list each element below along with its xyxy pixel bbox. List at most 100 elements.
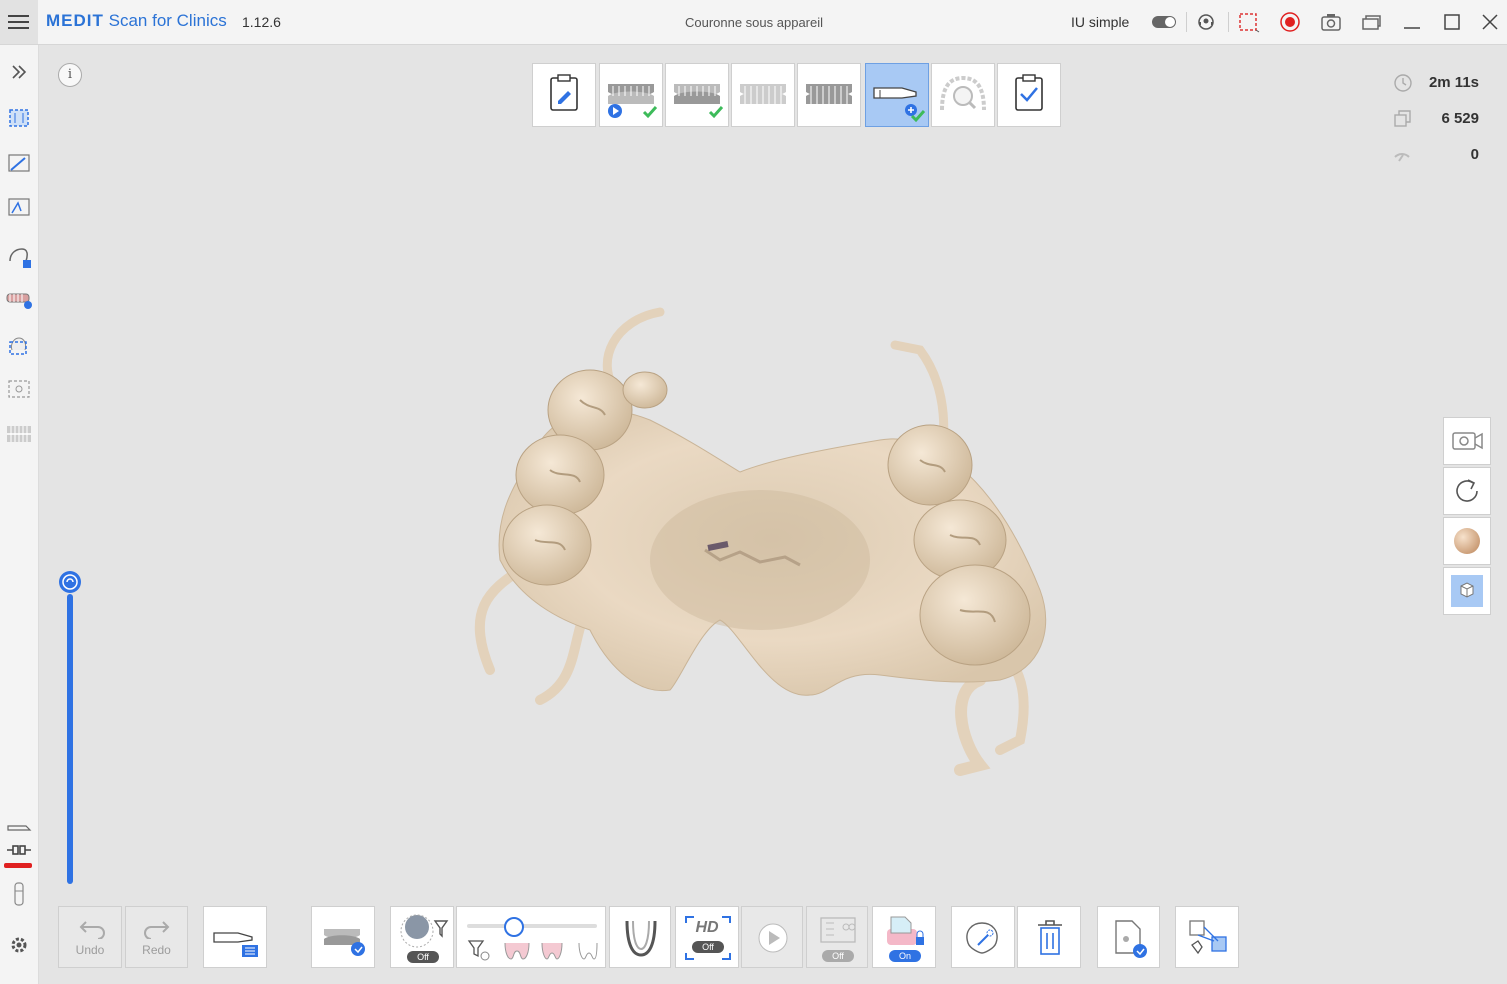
settings-gear-icon[interactable]	[4, 930, 34, 960]
connection-icon[interactable]	[4, 835, 34, 865]
pre-op-arch-icon	[740, 84, 786, 104]
stage-complete[interactable]	[997, 63, 1061, 127]
select-area-icon[interactable]	[4, 103, 34, 133]
frame-count-stat: 6 529	[1391, 107, 1479, 131]
app-brand: MEDIT	[46, 11, 104, 30]
connection-status-bar	[4, 863, 32, 868]
hd-text: HD	[695, 919, 719, 936]
export-button[interactable]	[1097, 906, 1160, 968]
trim-edit-icon[interactable]	[4, 148, 34, 178]
frames-icon	[1394, 110, 1411, 127]
arch-shape-button[interactable]	[609, 906, 671, 968]
filter-slider-track[interactable]	[467, 924, 597, 928]
window-layout-icon[interactable]	[1360, 11, 1382, 33]
redo-icon	[144, 921, 170, 939]
divider	[1186, 12, 1187, 32]
filter-off-badge: Off	[407, 951, 439, 963]
divider	[1228, 12, 1229, 32]
redo-label: Redo	[142, 943, 171, 957]
left-toolbar	[0, 45, 39, 984]
file-export-icon	[1115, 920, 1147, 958]
filter-slider-knob[interactable]	[504, 917, 524, 937]
view-cube-icon	[1451, 575, 1483, 607]
smart-select-button[interactable]	[951, 906, 1015, 968]
document-title: Couronne sous appareil	[684, 15, 824, 30]
occlusion-icon	[806, 84, 852, 104]
snapshot-area-icon[interactable]	[4, 374, 34, 404]
stage-occlusion[interactable]	[797, 63, 861, 127]
scanner-device-icon[interactable]	[4, 879, 34, 909]
title-bar: MEDIT Scan for Clinics 1.12.6 Couronne s…	[0, 0, 1507, 45]
support-icon[interactable]	[1195, 11, 1217, 33]
simple-ui-toggle[interactable]	[1152, 16, 1176, 28]
texture-sphere-icon	[1454, 528, 1480, 554]
vertical-slider-track[interactable]	[67, 594, 73, 884]
menu-icon-line	[8, 21, 29, 23]
scanner-list-button[interactable]	[203, 906, 267, 968]
undo-label: Undo	[75, 943, 105, 957]
third-stat-value: 0	[1470, 146, 1479, 163]
capture-area-icon[interactable]	[1238, 11, 1260, 33]
rotate-icon	[1456, 479, 1478, 502]
slider-knob-icon[interactable]	[58, 570, 82, 594]
elapsed-time-stat: 2m 11s	[1391, 71, 1479, 95]
stage-additional-scan[interactable]	[865, 63, 929, 127]
close-button[interactable]	[1478, 10, 1502, 34]
undo-icon	[79, 921, 105, 939]
menu-icon	[8, 15, 29, 17]
gum-lock-icon	[887, 916, 924, 945]
stage-order-info[interactable]	[532, 63, 596, 127]
lock-on-badge: On	[889, 950, 921, 962]
disabled-tool-button[interactable]: Off	[806, 906, 868, 968]
lasso-select-icon[interactable]	[4, 192, 34, 222]
ai-filter-button[interactable]: Off	[390, 906, 454, 968]
scanner-list-icon	[213, 932, 258, 957]
remove-teeth-icon[interactable]	[4, 284, 34, 314]
maximize-button[interactable]	[1440, 10, 1464, 34]
menu-icon-line	[8, 27, 29, 29]
record-icon[interactable]	[1279, 11, 1301, 33]
video-camera-icon	[1452, 432, 1483, 450]
video-camera-button[interactable]	[1443, 417, 1491, 465]
hamburger-menu-button[interactable]	[0, 0, 38, 44]
dental-scan-3d-model[interactable]	[440, 300, 1080, 780]
trash-icon	[1038, 920, 1062, 955]
info-button[interactable]: i	[58, 63, 82, 87]
play-icon	[758, 923, 788, 953]
stage-analysis[interactable]	[931, 63, 995, 127]
delete-button[interactable]	[1017, 906, 1081, 968]
app-title: MEDIT Scan for Clinics	[46, 11, 227, 31]
expand-chevron-icon[interactable]	[4, 57, 34, 87]
align-data-button[interactable]	[1175, 906, 1239, 968]
full-arch-icon[interactable]	[4, 418, 34, 448]
stage-maxilla[interactable]	[599, 63, 663, 127]
scan-compare-icon	[820, 917, 856, 943]
stage-pre-op[interactable]	[731, 63, 795, 127]
third-stat: 0	[1391, 143, 1479, 167]
redo-button[interactable]: Redo	[125, 906, 188, 968]
undo-button[interactable]: Undo	[58, 906, 122, 968]
reset-view-button[interactable]	[1443, 467, 1491, 515]
gum-lock-button[interactable]: On	[872, 906, 936, 968]
texture-toggle-button[interactable]	[1443, 517, 1491, 565]
stage-mandible[interactable]	[665, 63, 729, 127]
scanner-add-icon	[873, 87, 926, 123]
tooth-select-icon[interactable]	[4, 330, 34, 360]
hd-button[interactable]: HD Off	[675, 906, 739, 968]
maxilla-icon	[608, 84, 658, 119]
view-cube-button[interactable]	[1443, 567, 1491, 615]
hd-off-badge: Off	[692, 941, 724, 953]
play-button[interactable]	[741, 906, 803, 968]
magic-wand-tooth-icon	[966, 922, 998, 954]
lock-area-icon[interactable]	[4, 241, 34, 271]
app-name: Scan for Clinics	[108, 11, 227, 30]
wand-icon	[1394, 153, 1410, 162]
mandible-icon	[674, 84, 724, 119]
clipboard-check-icon	[1015, 74, 1043, 111]
camera-icon[interactable]	[1320, 11, 1342, 33]
minimize-button[interactable]	[1400, 10, 1424, 34]
filter-level-slider[interactable]	[456, 906, 606, 968]
arch-lock-button[interactable]	[311, 906, 375, 968]
filter-level-icons	[467, 940, 598, 961]
disabled-tool-off-badge: Off	[822, 950, 854, 962]
